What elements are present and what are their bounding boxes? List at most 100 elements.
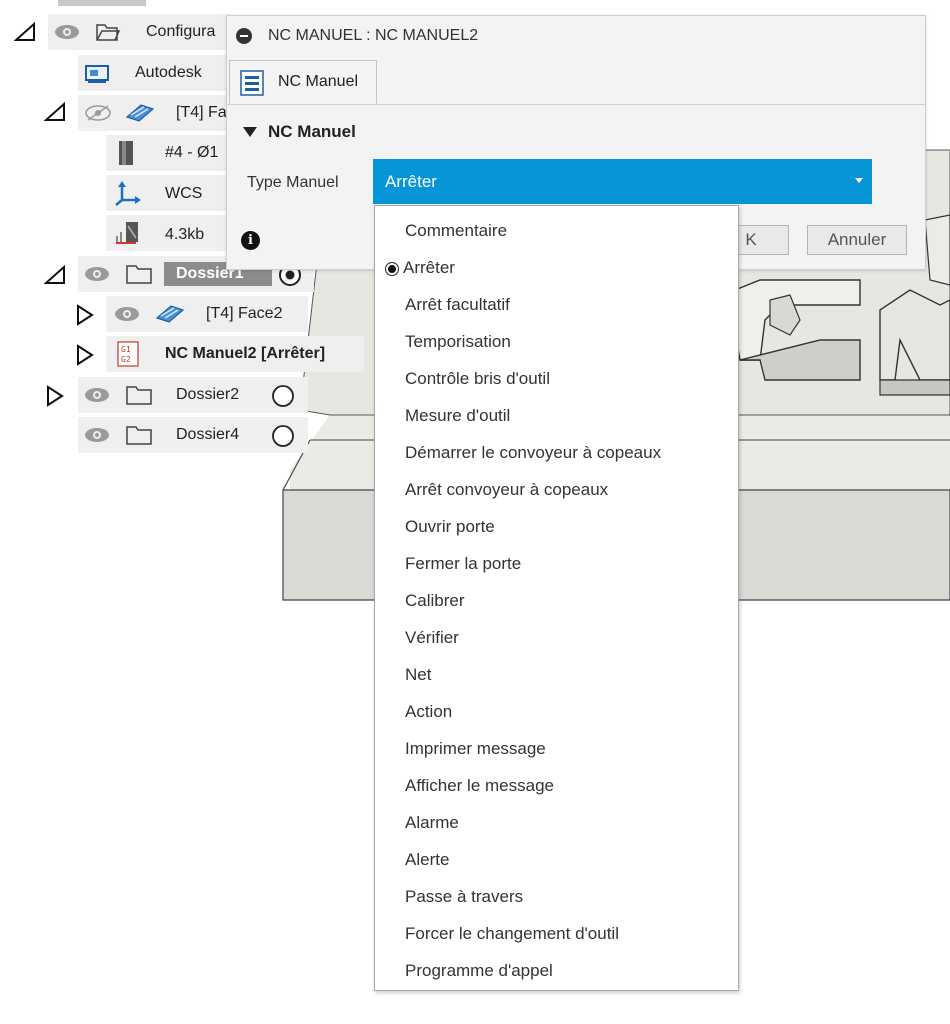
dialog-titlebar[interactable]: NC MANUEL : NC MANUEL2 [227, 16, 925, 56]
tree-label-folder4: Dossier4 [176, 426, 240, 443]
dropdown-option-label: Alarme [405, 813, 459, 832]
dialog-title: NC MANUEL : NC MANUEL2 [268, 27, 479, 44]
face-operation-icon [155, 305, 185, 323]
dropdown-option-label: Ouvrir porte [405, 517, 495, 536]
gcode-icon: G1G2 [117, 341, 139, 367]
cancel-button[interactable]: Annuler [807, 225, 907, 255]
section-title: NC Manuel [268, 122, 356, 141]
inactive-radio-icon[interactable] [271, 424, 295, 448]
visibility-eye-icon[interactable] [84, 427, 110, 443]
chevron-down-icon [855, 178, 863, 183]
tree-label-face-op: [T4] Fa [176, 104, 227, 121]
dropdown-option-label: Mesure d'outil [405, 406, 511, 425]
open-folder-icon [96, 24, 121, 41]
tree-label-face2: [T4] Face2 [206, 305, 283, 322]
dropdown-option[interactable]: Temporisation [375, 321, 738, 358]
selected-radio-icon [385, 262, 399, 276]
nc-data-icon [116, 222, 138, 244]
wcs-axes-icon [115, 181, 141, 206]
dropdown-option-label: Afficher le message [405, 776, 554, 795]
dropdown-option[interactable]: Programme d'appel [375, 950, 738, 987]
type-manual-value: Arrêter [385, 172, 437, 191]
letter-n-side [879, 379, 950, 396]
dropdown-option[interactable]: Mesure d'outil [375, 395, 738, 432]
ok-button-label: K [745, 230, 757, 249]
dropdown-option[interactable]: Passe à travers [375, 876, 738, 913]
section-header-nc-manual[interactable]: NC Manuel [243, 122, 356, 142]
dropdown-option[interactable]: Arrêter [375, 247, 738, 284]
tree-label-nc-size: 4.3kb [165, 226, 205, 243]
dropdown-option[interactable]: Afficher le message [375, 765, 738, 802]
dropdown-option[interactable]: Contrôle bris d'outil [375, 358, 738, 395]
dropdown-option-label: Action [405, 702, 453, 721]
tree-label-setup: Configura [146, 23, 216, 40]
dropdown-option-label: Fermer la porte [405, 554, 522, 573]
type-manual-label: Type Manuel [247, 174, 339, 191]
dropdown-option-label: Arrêt facultatif [405, 295, 510, 314]
tool-icon [119, 141, 133, 165]
expand-caret-icon[interactable] [76, 304, 94, 326]
dropdown-option[interactable]: Net [375, 654, 738, 691]
dropdown-option[interactable]: Vérifier [375, 617, 738, 654]
dropdown-option[interactable]: Démarrer le convoyeur à copeaux [375, 432, 738, 469]
tree-label-tool: #4 - Ø1 [165, 144, 219, 161]
folder-icon [126, 426, 152, 445]
tab-label: NC Manuel [278, 73, 359, 90]
dropdown-option-label: Vérifier [405, 628, 459, 647]
nc-manual-tab-icon [240, 70, 264, 96]
folder-icon [126, 265, 152, 284]
type-manual-dropdown-list: Commentaire Arrêter Arrêt facultatif Tempor… [374, 205, 739, 991]
dropdown-option[interactable]: Fermer la porte [375, 543, 738, 580]
dropdown-option[interactable]: Arrêt facultatif [375, 284, 738, 321]
dropdown-option[interactable]: Arrêt convoyeur à copeaux [375, 469, 738, 506]
machine-icon [85, 65, 109, 83]
visibility-eye-icon[interactable] [84, 387, 110, 403]
tree-label-machine: Autodesk [135, 64, 202, 81]
dropdown-option[interactable]: Commentaire [375, 210, 738, 247]
collapse-caret-icon[interactable] [14, 22, 36, 42]
dropdown-option-label: Temporisation [405, 332, 511, 351]
expand-caret-icon[interactable] [76, 344, 94, 366]
dropdown-option-label: Imprimer message [405, 739, 546, 758]
collapse-caret-icon[interactable] [44, 102, 66, 122]
svg-text:G1: G1 [121, 345, 131, 354]
collapse-dialog-icon[interactable] [236, 28, 252, 44]
dropdown-option-label: Alerte [405, 850, 450, 869]
svg-text:G2: G2 [121, 355, 131, 364]
expand-caret-icon[interactable] [46, 385, 64, 407]
collapse-caret-icon[interactable] [44, 265, 66, 285]
dropdown-option-label: Calibrer [405, 591, 465, 610]
dropdown-option[interactable]: Forcer le changement d'outil [375, 913, 738, 950]
tree-label-wcs: WCS [165, 185, 203, 202]
dropdown-option-label: Net [405, 665, 432, 684]
tree-label-folder2: Dossier2 [176, 386, 240, 403]
visibility-eye-icon[interactable] [84, 266, 110, 282]
inactive-radio-icon[interactable] [271, 384, 295, 408]
dropdown-option[interactable]: Calibrer [375, 580, 738, 617]
info-icon[interactable]: i [241, 231, 260, 250]
visibility-eye-icon[interactable] [54, 24, 80, 40]
dropdown-option-label: Programme d'appel [405, 961, 553, 980]
dropdown-option-label: Passe à travers [405, 887, 524, 906]
cancel-button-label: Annuler [827, 230, 887, 249]
hidden-eye-icon[interactable] [84, 104, 112, 122]
dropdown-option-label: Contrôle bris d'outil [405, 369, 550, 388]
dialog-tabstrip: NC Manuel [227, 56, 925, 105]
dropdown-option-label: Démarrer le convoyeur à copeaux [405, 443, 662, 462]
dropdown-option-label: Forcer le changement d'outil [405, 924, 619, 943]
dropdown-option[interactable]: Ouvrir porte [375, 506, 738, 543]
dropdown-option[interactable]: Alarme [375, 802, 738, 839]
dropdown-option[interactable]: Alerte [375, 839, 738, 876]
tab-nc-manual[interactable]: NC Manuel [229, 60, 377, 104]
dropdown-option-label: Arrêt convoyeur à copeaux [405, 480, 609, 499]
dropdown-option[interactable]: Imprimer message [375, 728, 738, 765]
dropdown-option[interactable]: Action [375, 691, 738, 728]
tree-label-nc-manual: NC Manuel2 [Arrêter] [165, 345, 326, 362]
folder-icon [126, 386, 152, 405]
tree-top-fragment [58, 0, 146, 6]
visibility-eye-icon[interactable] [114, 306, 140, 322]
type-manual-select[interactable]: Arrêter [373, 159, 872, 204]
face-operation-icon [125, 104, 155, 122]
dropdown-option-label: Commentaire [405, 221, 508, 240]
dropdown-option-label: Arrêter [403, 258, 455, 277]
